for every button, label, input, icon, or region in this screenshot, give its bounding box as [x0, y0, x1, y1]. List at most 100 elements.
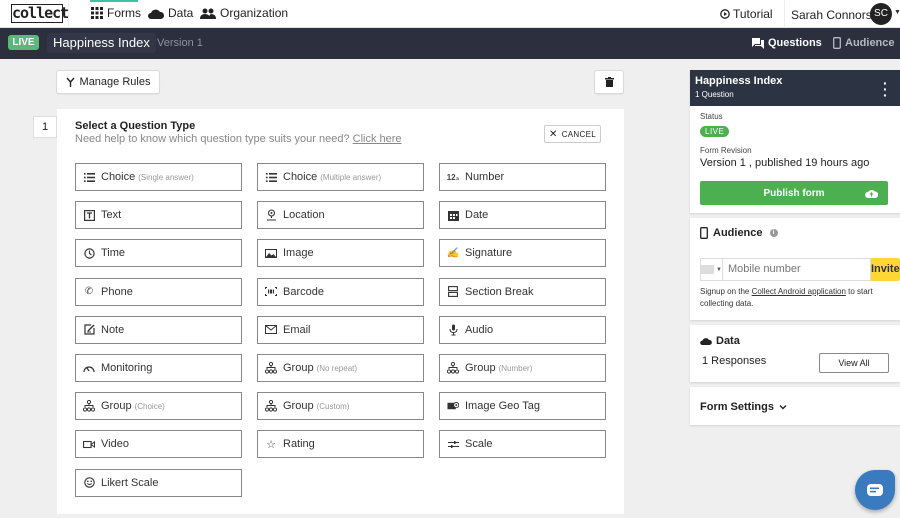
- question-type-email[interactable]: Email: [257, 315, 424, 344]
- form-settings-panel[interactable]: Form Settings: [690, 387, 900, 425]
- question-type-monitoring[interactable]: Monitoring: [75, 354, 242, 382]
- tutorial-link[interactable]: Tutorial: [720, 7, 773, 21]
- question-type-choice-single-answer[interactable]: Choice (Single answer): [75, 163, 242, 191]
- cancel-button[interactable]: ✕ CANCEL: [544, 125, 601, 143]
- nav-data[interactable]: Data: [148, 6, 193, 20]
- question-type-note[interactable]: Note: [75, 315, 242, 344]
- question-type-signature[interactable]: ✍ Signature: [439, 239, 606, 268]
- smiley-icon: [83, 477, 95, 489]
- info-icon[interactable]: i: [769, 229, 778, 237]
- question-type-phone[interactable]: ✆ Phone: [75, 277, 242, 306]
- form-title[interactable]: Happiness Index: [47, 33, 156, 53]
- status-badge: LIVE: [8, 35, 39, 50]
- question-type-date[interactable]: Date: [439, 201, 606, 230]
- caret-down-icon: ▼: [716, 266, 722, 273]
- publish-form-button[interactable]: Publish form: [700, 181, 888, 205]
- status-pill-wrap: LIVE: [700, 123, 730, 137]
- audience-header: Audience i: [700, 227, 778, 239]
- avatar[interactable]: SC: [870, 3, 892, 25]
- people-icon: [200, 8, 216, 19]
- nav-organization-label: Organization: [220, 6, 289, 20]
- question-type-label: Audio: [465, 323, 494, 336]
- question-type-label: Date: [465, 209, 489, 222]
- question-type-group-choice[interactable]: Group (Choice): [75, 392, 242, 421]
- view-all-button[interactable]: View All: [819, 353, 889, 373]
- status-pill: LIVE: [700, 126, 730, 137]
- question-type-label: Group: [283, 400, 314, 413]
- manage-rules-label: Manage Rules: [79, 76, 151, 88]
- question-type-label: Group: [283, 362, 314, 374]
- question-type-number[interactable]: 12₃ Number: [439, 163, 606, 191]
- location-icon: [265, 209, 277, 221]
- question-type-group-number[interactable]: Group (Number): [439, 354, 606, 382]
- calendar-icon: [447, 209, 459, 221]
- help-text: Need help to know which question type su…: [75, 133, 402, 145]
- nav-forms-label: Forms: [107, 6, 141, 20]
- user-name[interactable]: Sarah Connors: [791, 8, 872, 22]
- nav-organization[interactable]: Organization: [200, 6, 288, 20]
- help-link[interactable]: Click here: [353, 133, 402, 145]
- question-type-sublabel: (Multiple answer): [320, 172, 382, 182]
- question-number: 1: [33, 116, 57, 138]
- note-icon: [83, 324, 95, 336]
- question-type-likert-scale[interactable]: Likert Scale: [75, 468, 242, 497]
- question-type-time[interactable]: Time: [75, 239, 242, 268]
- question-type-section-break[interactable]: Section Break: [439, 277, 606, 306]
- form-settings-toggle[interactable]: Form Settings: [700, 401, 787, 413]
- question-type-group-no-repeat[interactable]: Group (No repeat): [257, 354, 424, 382]
- question-type-text[interactable]: Text: [75, 201, 242, 230]
- question-type-sublabel: (Choice): [134, 401, 165, 411]
- manage-rules-button[interactable]: Manage Rules: [56, 70, 160, 94]
- divider: [68, 0, 69, 28]
- question-type-label: Video: [101, 438, 129, 451]
- form-header-bar: LIVE Happiness Index Version 1 Questions…: [0, 28, 900, 59]
- question-type-label: Image Geo Tag: [465, 400, 541, 413]
- question-count: 1 Question: [695, 90, 734, 99]
- question-type-rating[interactable]: ☆ Rating: [257, 430, 424, 459]
- section-icon: [447, 286, 459, 298]
- question-type-barcode[interactable]: Barcode: [257, 277, 424, 306]
- form-settings-label: Form Settings: [700, 401, 774, 413]
- caret-down-icon[interactable]: ▼: [894, 9, 900, 16]
- tab-questions[interactable]: Questions: [752, 37, 822, 49]
- tab-audience[interactable]: Audience: [833, 37, 895, 49]
- audience-title: Audience: [713, 227, 763, 239]
- question-type-image-geo-tag[interactable]: Image Geo Tag: [439, 392, 606, 421]
- question-type-label: Email: [283, 323, 311, 336]
- publish-form-label: Publish form: [763, 187, 825, 199]
- nav-data-label: Data: [168, 6, 194, 20]
- responses-count: 1 Responses: [702, 355, 767, 367]
- question-type-image[interactable]: Image: [257, 239, 424, 268]
- nav-forms[interactable]: Forms: [91, 6, 141, 20]
- question-type-label: Likert Scale: [101, 476, 159, 489]
- question-type-label: Location: [283, 209, 325, 222]
- barcode-icon: [265, 286, 277, 298]
- question-type-label: Section Break: [465, 285, 534, 298]
- invite-button[interactable]: Invite: [870, 258, 900, 281]
- divider: [784, 0, 785, 28]
- question-type-sublabel: (No repeat): [316, 363, 358, 373]
- question-type-scale[interactable]: Scale: [439, 430, 606, 459]
- question-type-group-custom[interactable]: Group (Custom): [257, 392, 424, 421]
- collect-logo[interactable]: collect: [11, 4, 69, 23]
- question-type-label: Note: [101, 323, 125, 336]
- sliders-icon: [447, 438, 459, 450]
- android-app-link[interactable]: Collect Android application: [752, 287, 846, 296]
- question-type-audio[interactable]: Audio: [439, 315, 606, 344]
- mobile-icon: [700, 227, 708, 239]
- status-label: Status: [700, 112, 723, 121]
- image-icon: [265, 247, 277, 259]
- play-circle-icon: [720, 9, 730, 19]
- more-vert-icon[interactable]: · · ·: [883, 76, 888, 102]
- country-code-select[interactable]: ▼: [700, 258, 723, 281]
- text-icon: [83, 209, 95, 221]
- invite-row: ▼ Invite: [700, 258, 900, 281]
- delete-button[interactable]: [594, 70, 624, 94]
- question-type-video[interactable]: Video: [75, 430, 242, 459]
- question-type-location[interactable]: Location: [257, 201, 424, 230]
- question-type-choice-multiple-answer[interactable]: Choice (Multiple answer): [257, 163, 424, 191]
- chat-support-button[interactable]: [855, 470, 895, 510]
- form-info-header: Happiness Index 1 Question · · ·: [690, 70, 900, 106]
- number-icon: 12₃: [446, 172, 460, 182]
- mobile-number-input[interactable]: [722, 258, 871, 281]
